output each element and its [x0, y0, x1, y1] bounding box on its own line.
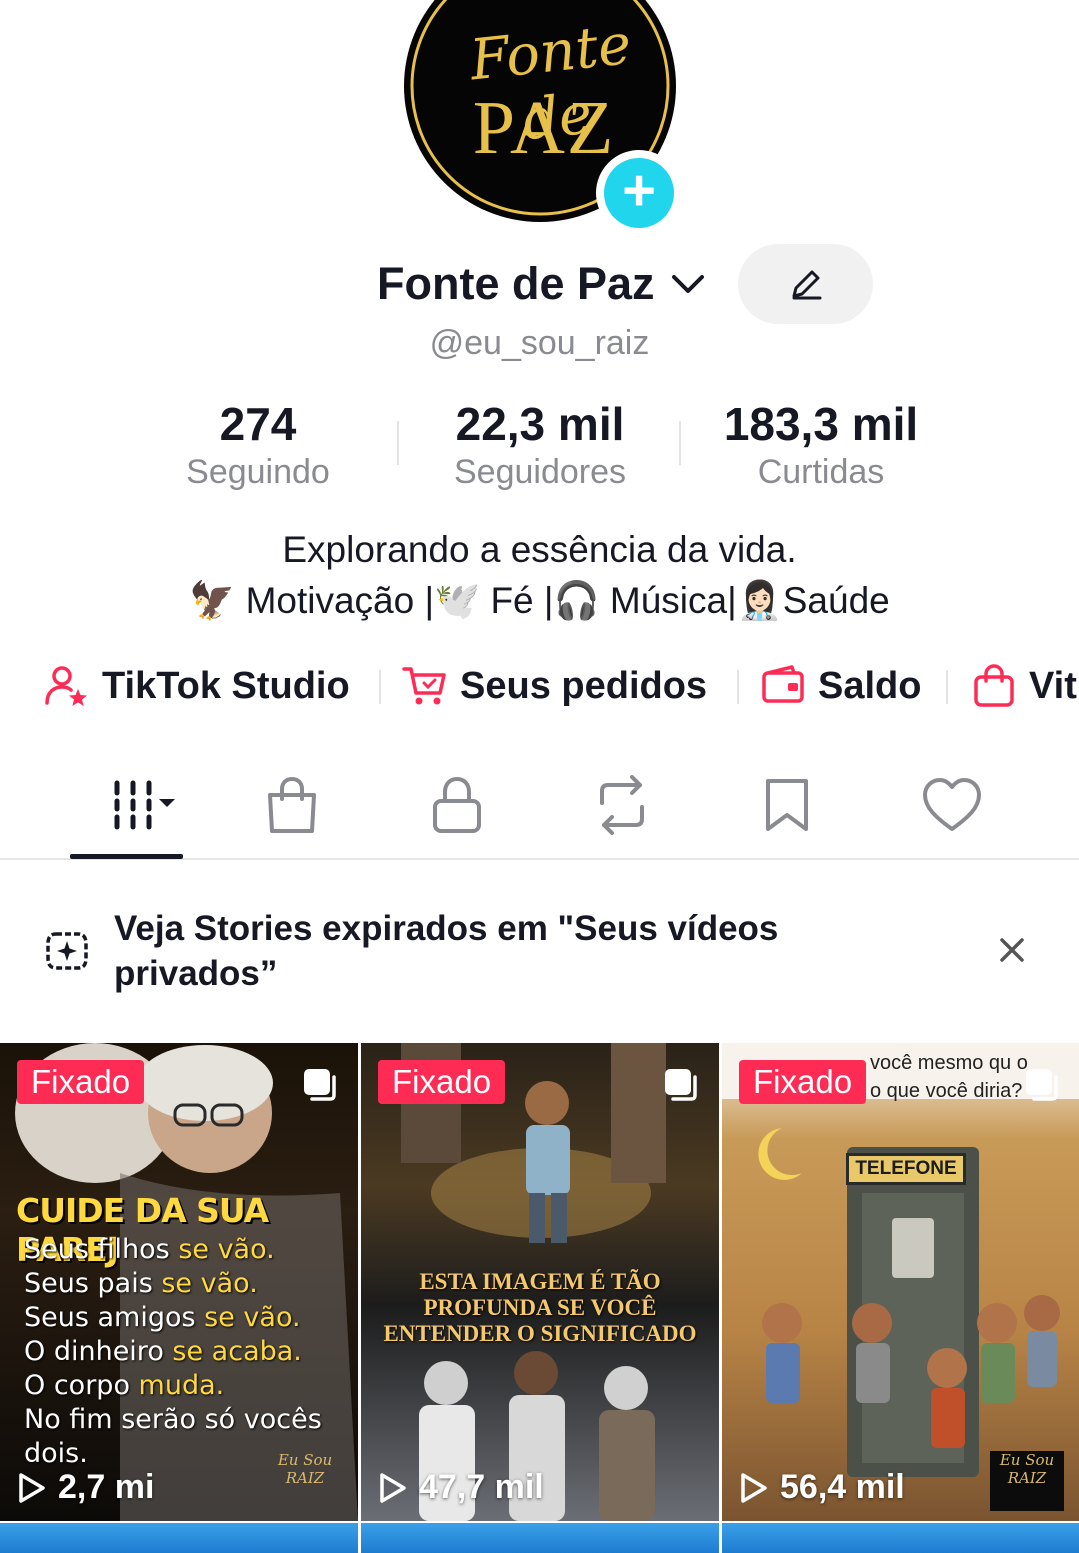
person-star-icon	[45, 666, 87, 706]
stat-value: 22,3 mil	[455, 398, 625, 450]
profile-handle: @eu_sou_raiz	[429, 324, 650, 362]
text-line: O dinheiro se acaba.	[24, 1336, 302, 1367]
bookmark-icon	[766, 779, 808, 831]
cart-icon	[402, 667, 446, 705]
shortcut-seus-pedidos[interactable]: Seus pedidos	[402, 656, 707, 716]
carousel-icon	[665, 1069, 697, 1101]
view-count: 47,7 mil	[379, 1468, 544, 1507]
stat-divider	[679, 421, 681, 465]
text-line: O corpo muda.	[24, 1370, 225, 1401]
stat-value: 183,3 mil	[723, 398, 919, 450]
kids-phone-booth-illustration	[722, 1043, 1079, 1477]
next-row-thumbnails[interactable]	[0, 1523, 1079, 1553]
tab-liked[interactable]	[897, 770, 1007, 840]
active-tab-indicator	[70, 854, 183, 859]
stat-following[interactable]: 274 Seguindo	[128, 396, 388, 492]
stat-followers[interactable]: 22,3 mil Seguidores	[410, 396, 670, 492]
profile-stats: 274 Seguindo 22,3 mil Seguidores 183,3 m…	[0, 396, 1079, 496]
text-line: Seus filhos se vão.	[24, 1234, 275, 1265]
profile-shortcuts: TikTok Studio Seus pedidos Saldo Vit	[0, 656, 1079, 716]
stat-label: Seguindo	[186, 453, 330, 491]
shortcut-vitrine[interactable]: Vit	[971, 656, 1077, 716]
video-thumbnail-partial[interactable]	[722, 1523, 1079, 1553]
watermark-logo: Eu Sou RAIZ	[277, 1451, 333, 1487]
shortcut-divider	[737, 670, 739, 704]
close-icon[interactable]	[994, 932, 1030, 968]
shortcut-label: Saldo	[818, 664, 922, 707]
video-thumbnail[interactable]: Fixado CUIDE DA SUA PAREJ Seus filhos se…	[0, 1043, 358, 1521]
watermark-logo: Eu Sou RAIZ	[990, 1451, 1064, 1511]
bio-line: 🦅 Motivação |🕊️ Fé |🎧 Música|👩🏻‍⚕️Saúde	[189, 580, 890, 621]
shortcut-label: Seus pedidos	[460, 664, 708, 707]
profile-name[interactable]: Fonte de Paz	[377, 258, 655, 310]
stories-banner[interactable]: Veja Stories expirados em "Seus vídeos p…	[0, 862, 1079, 1042]
video-grid: Fixado CUIDE DA SUA PAREJ Seus filhos se…	[0, 1043, 1079, 1521]
name-row: Fonte de Paz	[0, 244, 1079, 324]
repost-icon	[600, 775, 644, 835]
text-line: Seus amigos se vão.	[24, 1302, 301, 1333]
grid-icon	[114, 780, 175, 830]
pinned-badge: Fixado	[378, 1060, 506, 1104]
tab-shop[interactable]	[237, 770, 347, 840]
video-thumbnail[interactable]: você mesmo qu o o que você diria? TELEFO…	[722, 1043, 1079, 1521]
video-headline: ESTA IMAGEM É TÃO PROFUNDA SE VOCÊ ENTEN…	[383, 1269, 697, 1346]
lock-icon	[433, 776, 481, 833]
telefone-sign: TELEFONE	[846, 1153, 966, 1185]
heart-icon	[923, 778, 981, 831]
shortcut-divider	[946, 670, 948, 704]
shortcut-label: TikTok Studio	[102, 664, 350, 707]
carousel-icon	[1026, 1069, 1058, 1101]
bio-line: Explorando a essência da vida.	[282, 529, 797, 570]
chevron-down-icon[interactable]	[668, 264, 708, 304]
tab-videos[interactable]	[84, 770, 194, 840]
pinned-badge: Fixado	[17, 1060, 145, 1104]
banner-text: Veja Stories expirados em "Seus vídeos p…	[114, 909, 779, 993]
stat-label: Seguidores	[453, 453, 626, 491]
play-icon	[19, 1472, 45, 1503]
video-thumbnail-partial[interactable]	[0, 1523, 358, 1553]
tab-reposts[interactable]	[567, 770, 677, 840]
stat-label: Curtidas	[757, 453, 885, 491]
stat-likes[interactable]: 183,3 mil Curtidas	[691, 396, 951, 492]
shopping-bag-icon	[974, 664, 1014, 707]
view-count: 2,7 mi	[18, 1468, 154, 1507]
story-sparkle-icon	[46, 932, 88, 970]
add-story-button[interactable]: +	[596, 150, 682, 236]
wallet-icon	[762, 665, 804, 703]
carousel-icon	[304, 1069, 336, 1101]
shortcut-label: Vit	[1029, 664, 1077, 707]
profile-avatar-container[interactable]: Fonte de PAZ +	[404, 0, 682, 236]
pinned-badge: Fixado	[739, 1060, 867, 1104]
play-icon	[380, 1472, 406, 1503]
shop-bag-icon	[268, 776, 316, 833]
profile-bio: Explorando a essência da vida. 🦅 Motivaç…	[0, 524, 1079, 626]
video-text-lines: Seus filhos se vão. Seus pais se vão. Se…	[24, 1233, 324, 1471]
edit-profile-button[interactable]	[738, 244, 873, 324]
stat-divider	[397, 421, 399, 465]
shortcut-tiktok-studio[interactable]: TikTok Studio	[44, 656, 350, 716]
pencil-icon	[792, 270, 821, 300]
video-thumbnail-partial[interactable]	[361, 1523, 719, 1553]
shortcut-saldo[interactable]: Saldo	[760, 656, 921, 716]
stat-value: 274	[219, 398, 297, 450]
tab-favorites[interactable]	[732, 770, 842, 840]
shortcut-divider	[379, 670, 381, 704]
video-thumbnail[interactable]: Fixado ESTA IMAGEM É TÃO PROFUNDA SE VOC…	[361, 1043, 719, 1521]
plus-icon: +	[604, 158, 674, 228]
play-icon	[741, 1472, 767, 1503]
profile-tabs	[0, 762, 1079, 860]
view-count: 56,4 mil	[740, 1468, 905, 1507]
tab-private[interactable]	[402, 770, 512, 840]
text-line: Seus pais se vão.	[24, 1268, 258, 1299]
